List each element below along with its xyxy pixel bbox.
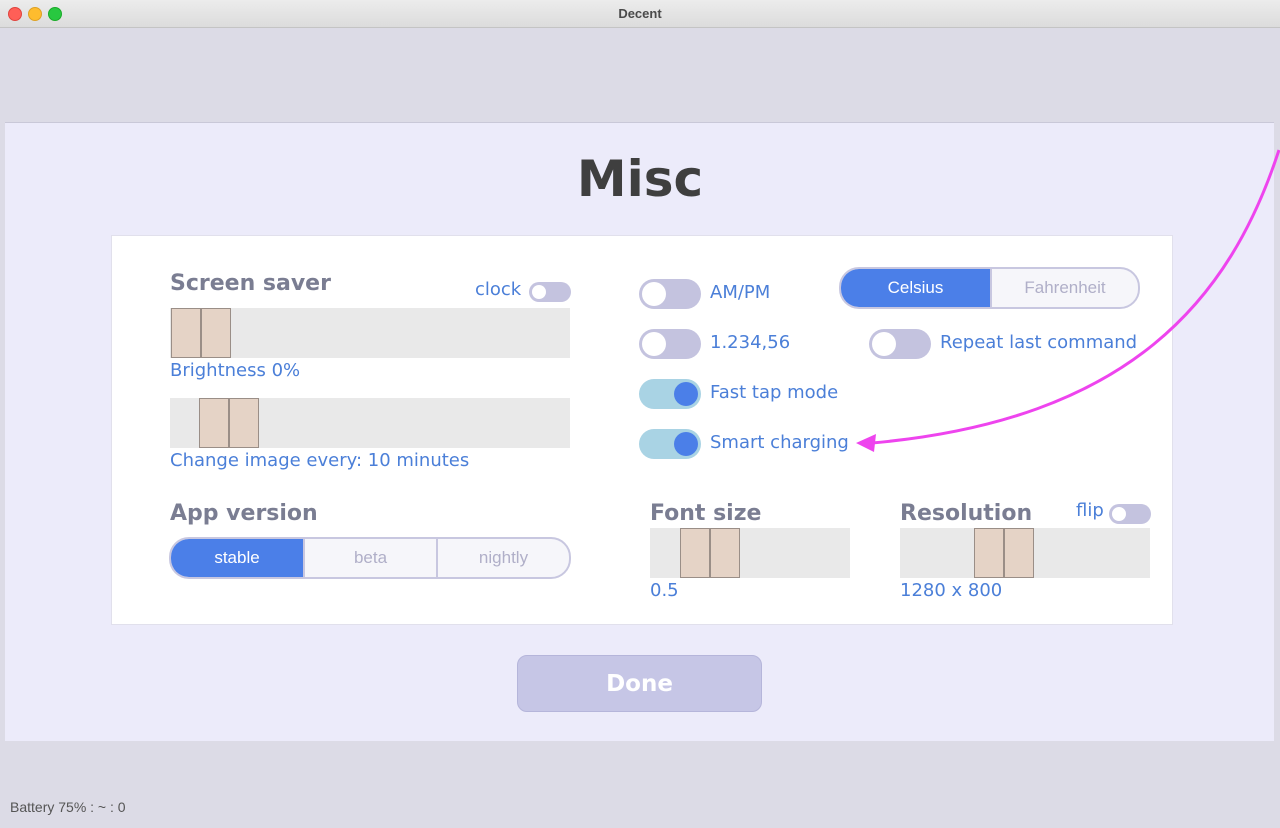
arrow-head	[856, 434, 876, 452]
status-bar: Battery 75% : ~ : 0	[10, 799, 126, 815]
arrow-line	[871, 149, 1280, 445]
annotation-arrow	[856, 149, 1280, 452]
